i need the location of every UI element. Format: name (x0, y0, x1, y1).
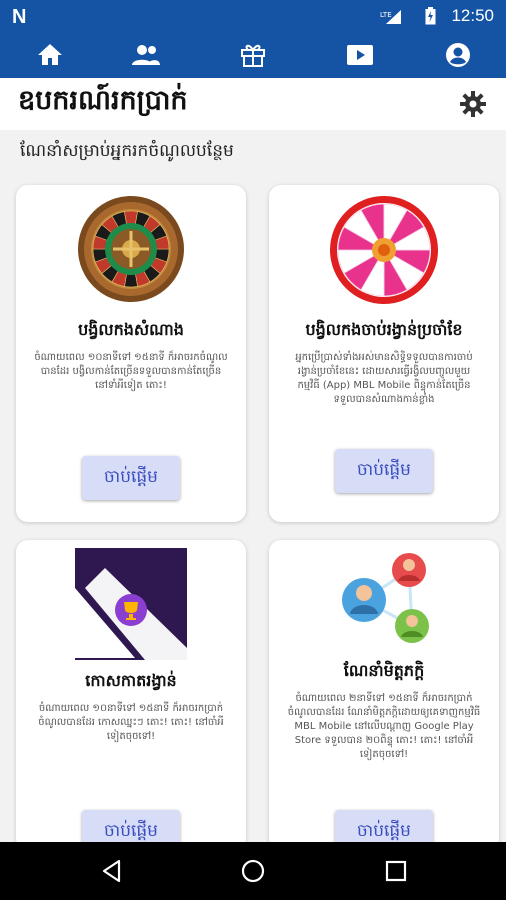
nav-gift-button[interactable] (239, 41, 267, 69)
page-subtitle: ណែនាំសម្រាប់អ្នករកចំណូលបន្ថែម (20, 141, 234, 161)
card-description: អ្នកប្រើប្រាស់ទាំងអស់មានសិទ្ធិទទួលបានការ… (295, 352, 473, 405)
card-title: ណែនាំមិត្តភក្តិ (343, 661, 425, 680)
nav-video-button[interactable] (346, 41, 374, 69)
card-title: បង្វិលកងចាប់រង្វាន់ប្រចាំខែ (305, 320, 463, 339)
system-navigation-bar (0, 842, 506, 900)
card-lucky-spin: បង្វិលកងសំណាង ចំណាយពេល ១០នាទីទៅ ១៥នាទី ក… (16, 185, 246, 522)
network-type-label: LTE (380, 11, 392, 19)
status-bar: N LTE 12:50 (0, 0, 506, 32)
card-title: បង្វិលកងសំណាង (78, 320, 184, 339)
home-icon (38, 44, 62, 65)
refer-friends-image (342, 553, 429, 643)
page-title: ឧបករណ៍រកប្រាក់ (18, 85, 188, 116)
top-navigation (0, 32, 506, 78)
gift-icon (241, 44, 265, 67)
page-header: ឧបករណ៍រកប្រាក់ (0, 78, 506, 130)
card-description: ចំណាយពេល ២នាទីទៅ ១៥នាទី ក៏អាចរកប្រាក់ចំណ… (287, 693, 481, 760)
recents-icon[interactable] (384, 859, 408, 883)
account-icon (446, 43, 470, 67)
scratch-card-image (75, 548, 187, 660)
card-monthly-prize-spin: បង្វិលកងចាប់រង្វាន់ប្រចាំខែ អ្នកប្រើប្រា… (269, 185, 499, 522)
back-icon[interactable] (100, 859, 124, 883)
nav-account-button[interactable] (444, 41, 472, 69)
start-button[interactable]: ចាប់ផ្ដើម (82, 456, 180, 500)
gear-icon[interactable] (460, 91, 486, 117)
battery-icon (425, 7, 436, 25)
card-description: ចំណាយពេល ១០នាទីទៅ ១៥នាទី ក៏អាចរកចំណូលបាន… (34, 352, 228, 391)
signal-icon: LTE (380, 10, 401, 24)
card-description: ចំណាយពេល ១០នាទីទៅ ១៥នាទី ក៏អាចរកប្រាក់ចំ… (38, 703, 224, 742)
roulette-wheel-image (78, 196, 184, 302)
play-video-icon (347, 45, 373, 65)
people-icon (132, 45, 160, 65)
nav-home-button[interactable] (36, 41, 64, 69)
card-scratch-card: កោសកាតរង្វាន់ ចំណាយពេល ១០នាទីទៅ ១៥នាទី ក… (16, 540, 246, 854)
clock-time: 12:50 (451, 6, 494, 25)
card-title: កោសកាតរង្វាន់ (85, 671, 177, 690)
prize-wheel-image (330, 196, 438, 304)
home-circle-icon[interactable] (241, 859, 265, 883)
card-refer-friends: ណែនាំមិត្តភក្តិ ចំណាយពេល ២នាទីទៅ ១៥នាទី … (269, 540, 499, 854)
app-notification-logo: N (12, 6, 27, 28)
start-button[interactable]: ចាប់ផ្ដើម (335, 449, 433, 493)
nav-people-button[interactable] (132, 41, 160, 69)
